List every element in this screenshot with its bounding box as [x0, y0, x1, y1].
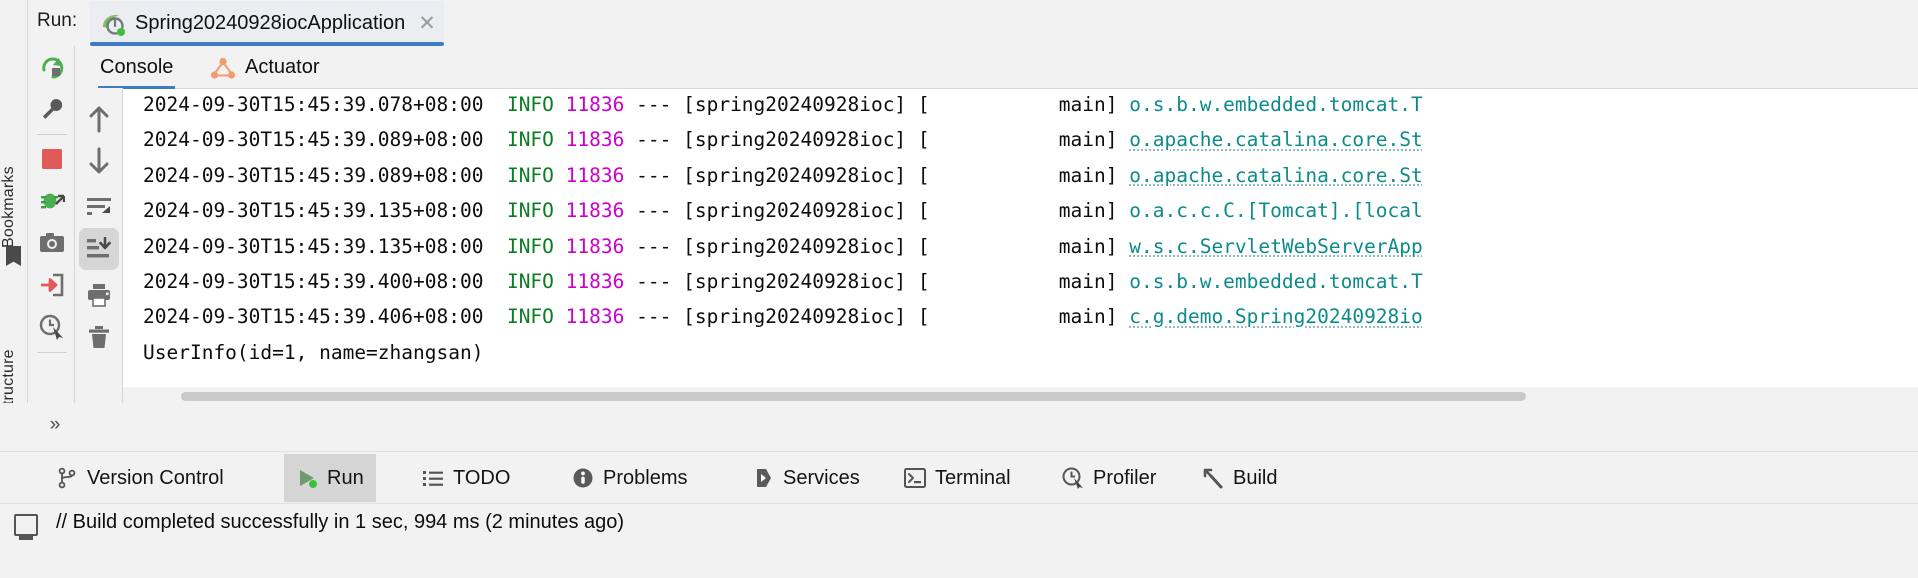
tool-window-label: Build: [1233, 466, 1278, 489]
tool-window-label: Version Control: [87, 466, 224, 489]
scroll-to-end-button[interactable]: [79, 228, 119, 270]
branch-icon: [56, 467, 78, 489]
trash-icon: [89, 326, 109, 348]
console-log-line: 2024-09-30T15:45:39.089+08:00 INFO 11836…: [143, 163, 1423, 187]
camera-icon: [40, 233, 64, 252]
scroll-down-button[interactable]: [76, 140, 122, 182]
soft-wrap-icon: [87, 198, 111, 215]
tool-window-terminal[interactable]: Terminal: [892, 454, 1023, 502]
arrow-up-icon: [89, 106, 109, 133]
scroll-up-button[interactable]: [76, 98, 122, 140]
print-button[interactable]: [76, 274, 122, 316]
tab-console-label: Console: [100, 56, 174, 78]
run-label: Run:: [37, 10, 78, 31]
problems-icon: [572, 467, 594, 489]
console-footer: »: [0, 403, 1918, 451]
tool-window-label: Run: [327, 466, 364, 489]
soft-wrap-button[interactable]: [76, 186, 122, 228]
tool-window-run[interactable]: Run: [284, 454, 376, 502]
tool-window-label: Problems: [603, 466, 688, 489]
tab-actuator[interactable]: Actuator: [204, 46, 325, 89]
printer-icon: [88, 284, 110, 307]
import-button[interactable]: [29, 264, 75, 306]
tool-window-services[interactable]: Services: [740, 454, 872, 502]
expand-toolbar-button[interactable]: »: [36, 407, 74, 443]
tool-window-version-control[interactable]: Version Control: [44, 454, 236, 502]
console-log-line: 2024-09-30T15:45:39.406+08:00 INFO 11836…: [143, 305, 1423, 329]
import-arrow-icon: [41, 273, 64, 297]
camera-button[interactable]: [29, 222, 75, 264]
tab-console[interactable]: Console: [94, 46, 179, 89]
profiler-clock-icon: [1062, 467, 1084, 489]
ide-run-tool-window: Bookmarks Structure Run: Spring20240928i…: [0, 0, 1918, 578]
console-log-line: 2024-09-30T15:45:39.135+08:00 INFO 11836…: [143, 234, 1423, 258]
spring-boot-icon: [100, 11, 126, 37]
clock-pointer-icon: [39, 314, 63, 340]
bookmark-flag-icon[interactable]: [6, 246, 21, 266]
rerun-button[interactable]: [29, 46, 75, 88]
tab-actuator-label: Actuator: [245, 56, 320, 78]
status-message: // Build completed successfully in 1 sec…: [56, 511, 625, 533]
run-header-bar: Run: Spring20240928iocApplication ✕: [28, 0, 1918, 46]
scrollbar-thumb[interactable]: [181, 392, 1526, 401]
stop-square-icon: [42, 149, 62, 169]
debug-button[interactable]: [29, 180, 75, 222]
console-plain-output: UserInfo(id=1, name=zhangsan): [143, 340, 484, 364]
tool-window-bar: Version Control Run TODO Problems Servic…: [0, 451, 1918, 503]
console-log-line: 2024-09-30T15:45:39.400+08:00 INFO 11836…: [143, 269, 1423, 293]
run-configuration-tab[interactable]: Spring20240928iocApplication ✕: [90, 1, 444, 46]
status-bar: // Build completed successfully in 1 sec…: [0, 503, 1918, 578]
console-log-line: 2024-09-30T15:45:39.135+08:00 INFO 11836…: [143, 199, 1423, 223]
tool-window-profiler[interactable]: Profiler: [1050, 454, 1168, 502]
build-hammer-icon: [1202, 467, 1224, 489]
clear-button[interactable]: [76, 316, 122, 358]
close-icon[interactable]: ✕: [418, 13, 436, 34]
scroll-to-end-icon: [87, 237, 111, 258]
run-play-icon: [296, 467, 318, 489]
bug-icon: [41, 193, 65, 209]
console-tab-row: Console Actuator: [76, 46, 1918, 89]
arrow-down-icon: [89, 147, 109, 174]
console-log-line: 2024-09-30T15:45:39.089+08:00 INFO 11836…: [143, 128, 1423, 152]
tool-window-label: Terminal: [935, 466, 1011, 489]
tool-window-label: Services: [783, 466, 860, 489]
tool-window-todo[interactable]: TODO: [410, 454, 522, 502]
actuator-graph-icon: [210, 57, 236, 79]
console-horizontal-scrollbar[interactable]: [141, 389, 1541, 403]
rerun-icon: [42, 57, 64, 79]
sidebar-item-structure[interactable]: Structure: [0, 286, 28, 416]
sidebar-item-bookmarks[interactable]: Bookmarks: [0, 88, 28, 248]
terminal-icon: [904, 467, 926, 489]
tool-window-build[interactable]: Build: [1190, 454, 1289, 502]
services-icon: [752, 467, 774, 489]
console-log-lines: 2024-09-30T15:45:39.078+08:00 INFO 11836…: [143, 89, 1918, 370]
console-log-line: 2024-09-30T15:45:39.078+08:00 INFO 11836…: [143, 93, 1423, 116]
console-output[interactable]: 2024-09-30T15:45:39.078+08:00 INFO 11836…: [123, 89, 1918, 387]
settings-button[interactable]: [29, 88, 75, 130]
profiler-button[interactable]: [29, 306, 75, 348]
tool-window-problems[interactable]: Problems: [560, 454, 699, 502]
tool-window-label: TODO: [453, 466, 511, 489]
tool-window-label: Profiler: [1093, 466, 1157, 489]
build-status-icon: [14, 514, 38, 540]
run-tab-title: Spring20240928iocApplication: [135, 12, 406, 34]
wrench-icon: [42, 99, 63, 119]
todo-list-icon: [422, 467, 444, 489]
stop-button[interactable]: [29, 138, 75, 180]
